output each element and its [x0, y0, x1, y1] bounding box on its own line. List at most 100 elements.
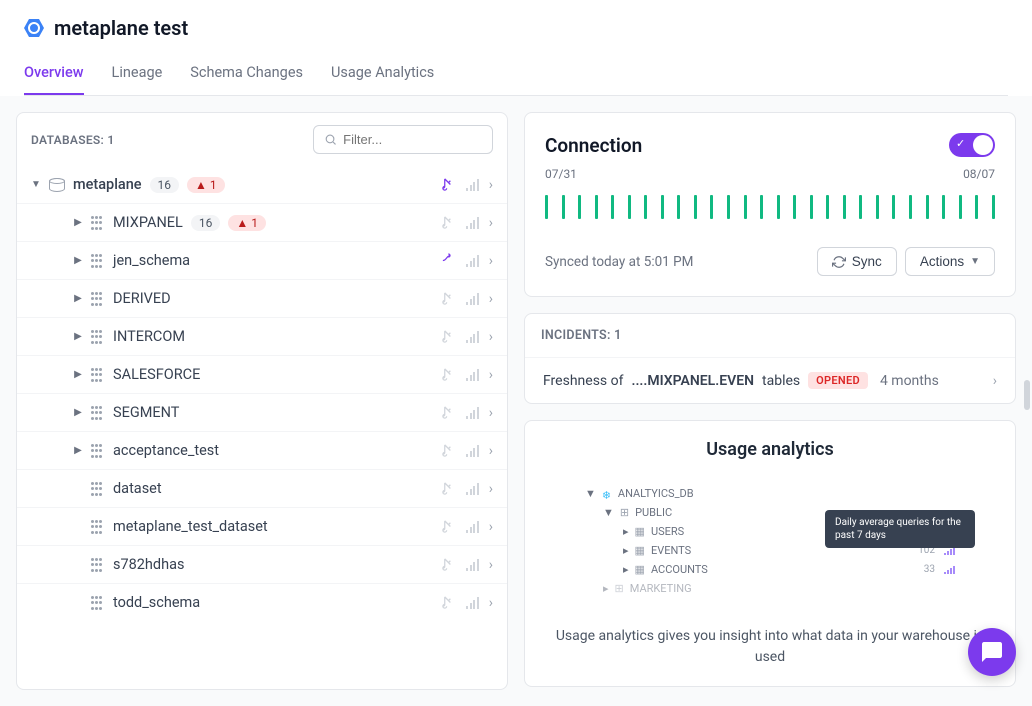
filter-input-wrap[interactable]	[313, 125, 493, 154]
caret-icon[interactable]: ▶	[73, 408, 83, 418]
timeline-start: 07/31	[545, 167, 577, 181]
schema-icon	[91, 368, 105, 382]
chevron-right-icon[interactable]: ›	[489, 367, 493, 383]
branch-icon[interactable]	[441, 481, 456, 496]
branch-icon[interactable]	[441, 595, 456, 610]
branch-icon[interactable]	[441, 329, 456, 344]
row-label: DERIVED	[113, 290, 171, 307]
chevron-right-icon[interactable]: ›	[489, 405, 493, 421]
chevron-right-icon: ›	[993, 373, 997, 389]
chevron-right-icon[interactable]: ›	[489, 215, 493, 231]
tab-usage-analytics[interactable]: Usage Analytics	[331, 56, 434, 95]
caret-icon[interactable]: ▶	[73, 370, 83, 380]
signal-icon	[466, 217, 479, 229]
row-label: s782hdhas	[113, 556, 184, 573]
tree-row-jen_schema[interactable]: ▶jen_schema›	[17, 241, 507, 279]
incidents-label: INCIDENTS: 1	[525, 314, 1015, 358]
signal-icon	[466, 407, 479, 419]
schema-icon	[91, 216, 105, 230]
connection-toggle[interactable]	[949, 133, 995, 157]
timeline-bars	[545, 187, 995, 219]
signal-icon	[466, 369, 479, 381]
app-icon	[24, 18, 44, 38]
status-badge: OPENED	[808, 372, 868, 389]
caret-icon[interactable]: ▶	[73, 218, 83, 228]
tree-row-todd_schema[interactable]: todd_schema ›	[17, 583, 507, 621]
tree-row-intercom[interactable]: ▶ INTERCOM ›	[17, 317, 507, 355]
chevron-right-icon[interactable]: ›	[489, 557, 493, 573]
schema-icon	[91, 558, 105, 572]
database-icon	[49, 178, 65, 192]
branch-icon[interactable]	[441, 177, 456, 192]
row-label: SALESFORCE	[113, 366, 200, 383]
branch-icon[interactable]	[441, 253, 456, 268]
schema-icon	[91, 520, 105, 534]
chevron-right-icon[interactable]: ›	[489, 595, 493, 611]
filter-input[interactable]	[343, 132, 482, 147]
caret-icon[interactable]: ▶	[73, 332, 83, 342]
branch-icon[interactable]	[441, 557, 456, 572]
caret-icon[interactable]: ▶	[73, 256, 83, 266]
schema-icon	[91, 482, 105, 496]
sync-button[interactable]: Sync	[817, 247, 897, 276]
branch-icon[interactable]	[441, 519, 456, 534]
tab-schema-changes[interactable]: Schema Changes	[190, 56, 303, 95]
connection-title: Connection	[545, 134, 642, 157]
count-badge: 16	[150, 177, 180, 193]
warn-badge: ▲ 1	[187, 177, 225, 193]
tree-row-salesforce[interactable]: ▶ SALESFORCE ›	[17, 355, 507, 393]
tree-row-dataset[interactable]: dataset ›	[17, 469, 507, 507]
databases-label: DATABASES: 1	[31, 133, 115, 147]
schema-icon	[91, 254, 105, 268]
row-label: INTERCOM	[113, 328, 185, 345]
signal-icon	[466, 483, 479, 495]
tree-row-metaplane[interactable]: ▼metaplane16▲ 1›	[17, 166, 507, 203]
chevron-right-icon[interactable]: ›	[489, 177, 493, 193]
incidents-card: INCIDENTS: 1 Freshness of ....MIXPANEL.E…	[524, 313, 1016, 404]
tabs: Overview Lineage Schema Changes Usage An…	[24, 56, 1008, 96]
chevron-right-icon[interactable]: ›	[489, 481, 493, 497]
warn-badge: ▲ 1	[228, 215, 266, 231]
usage-analytics-card: Usage analytics Daily average queries fo…	[524, 420, 1016, 687]
incident-row[interactable]: Freshness of ....MIXPANEL.EVEN tables OP…	[525, 358, 1015, 403]
sync-status: Synced today at 5:01 PM	[545, 254, 693, 270]
signal-icon	[466, 293, 479, 305]
tree-row-derived[interactable]: ▶ DERIVED ›	[17, 279, 507, 317]
row-label: todd_schema	[113, 594, 200, 611]
usage-tooltip: Daily average queries for the past 7 day…	[825, 510, 975, 548]
caret-icon[interactable]: ▶	[73, 294, 83, 304]
chevron-right-icon[interactable]: ›	[489, 519, 493, 535]
tree-row-metaplane_test_dataset[interactable]: metaplane_test_dataset›	[17, 507, 507, 545]
scrollbar[interactable]	[1024, 380, 1030, 410]
tree-row-acceptance_test[interactable]: ▶ acceptance_test ›	[17, 431, 507, 469]
chevron-right-icon[interactable]: ›	[489, 253, 493, 269]
branch-icon[interactable]	[441, 443, 456, 458]
tab-overview[interactable]: Overview	[24, 56, 84, 95]
row-label: MIXPANEL	[113, 214, 183, 231]
tree-row-mixpanel[interactable]: ▶MIXPANEL16▲ 1›	[17, 203, 507, 241]
signal-icon	[466, 597, 479, 609]
caret-icon[interactable]: ▶	[73, 446, 83, 456]
page-title: metaplane test	[54, 16, 188, 40]
branch-icon[interactable]	[441, 367, 456, 382]
branch-icon[interactable]	[441, 405, 456, 420]
tab-lineage[interactable]: Lineage	[112, 56, 163, 95]
signal-icon	[466, 179, 479, 191]
chevron-right-icon[interactable]: ›	[489, 291, 493, 307]
chat-button[interactable]	[968, 628, 1016, 676]
tree-row-segment[interactable]: ▶SEGMENT›	[17, 393, 507, 431]
timeline-end: 08/07	[963, 167, 995, 181]
schema-icon	[91, 596, 105, 610]
schema-icon	[91, 292, 105, 306]
branch-icon[interactable]	[441, 215, 456, 230]
schema-icon	[91, 330, 105, 344]
chevron-right-icon[interactable]: ›	[489, 329, 493, 345]
tree-row-s782hdhas[interactable]: s782hdhas ›	[17, 545, 507, 583]
chevron-right-icon[interactable]: ›	[489, 443, 493, 459]
refresh-icon	[832, 255, 846, 269]
caret-icon[interactable]: ▼	[31, 180, 41, 190]
actions-button[interactable]: Actions ▼	[905, 247, 995, 276]
row-label: dataset	[113, 480, 162, 497]
row-label: acceptance_test	[113, 442, 219, 459]
branch-icon[interactable]	[441, 291, 456, 306]
